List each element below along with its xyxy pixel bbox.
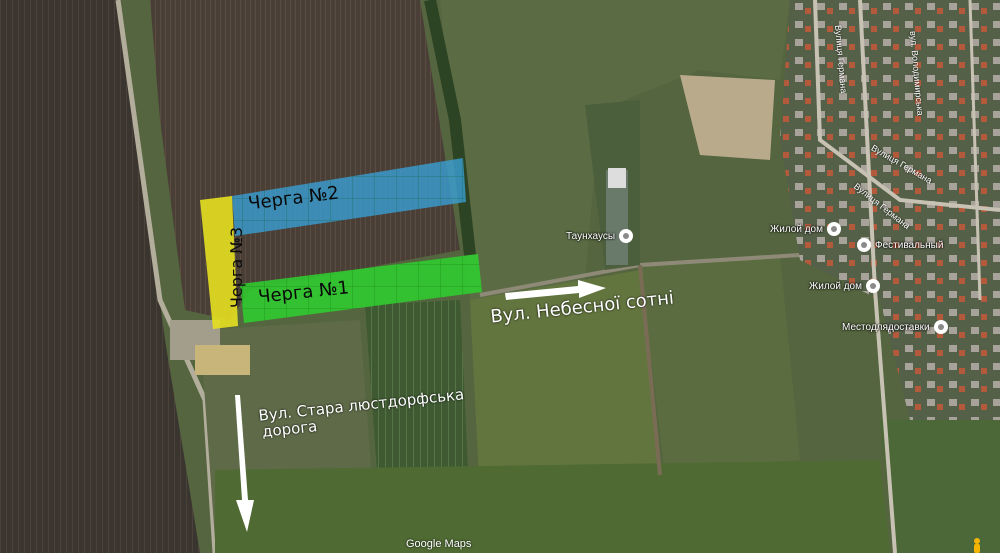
map-pin-icon [933,320,948,334]
map-pin-icon [857,238,871,252]
queue3-label: Черга №3 [227,226,247,309]
poi-festivalny[interactable]: Фестивальный [857,238,943,252]
map-imagery [0,0,1000,553]
map-pin-icon [865,279,880,293]
poi-taunhaus[interactable]: Таунхаусы [566,229,634,243]
google-maps-attribution: Google Maps [406,538,472,550]
map-pin-icon [619,229,634,243]
poi-mestodlyadostavki[interactable]: Местодлядоставки [842,320,948,334]
pegman-icon[interactable] [972,538,982,553]
poi-zhiloy-dom-1[interactable]: Жилой дом [770,222,841,236]
satellite-map[interactable]: Черга №2 Черга №1 Черга №3 Вул. Небесної… [0,0,1000,553]
map-pin-icon [826,222,841,236]
poi-zhiloy-dom-2[interactable]: Жилой дом [809,279,880,293]
